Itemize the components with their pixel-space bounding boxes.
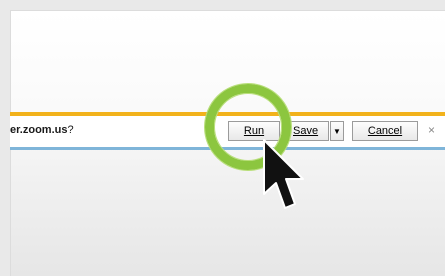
prompt-suffix: ? [67, 124, 74, 136]
download-prompt-text: er.zoom.us? [10, 124, 74, 136]
cancel-button-label: Cancel [367, 125, 403, 137]
save-button-label: Save [293, 125, 319, 137]
save-options-dropdown[interactable]: ▼ [330, 121, 344, 141]
chevron-down-icon: ▼ [333, 126, 341, 136]
close-icon[interactable]: × [428, 123, 435, 137]
cancel-button[interactable]: Cancel [352, 121, 418, 141]
prompt-host: er.zoom.us [10, 124, 68, 136]
arrow-cursor-icon [263, 139, 304, 209]
